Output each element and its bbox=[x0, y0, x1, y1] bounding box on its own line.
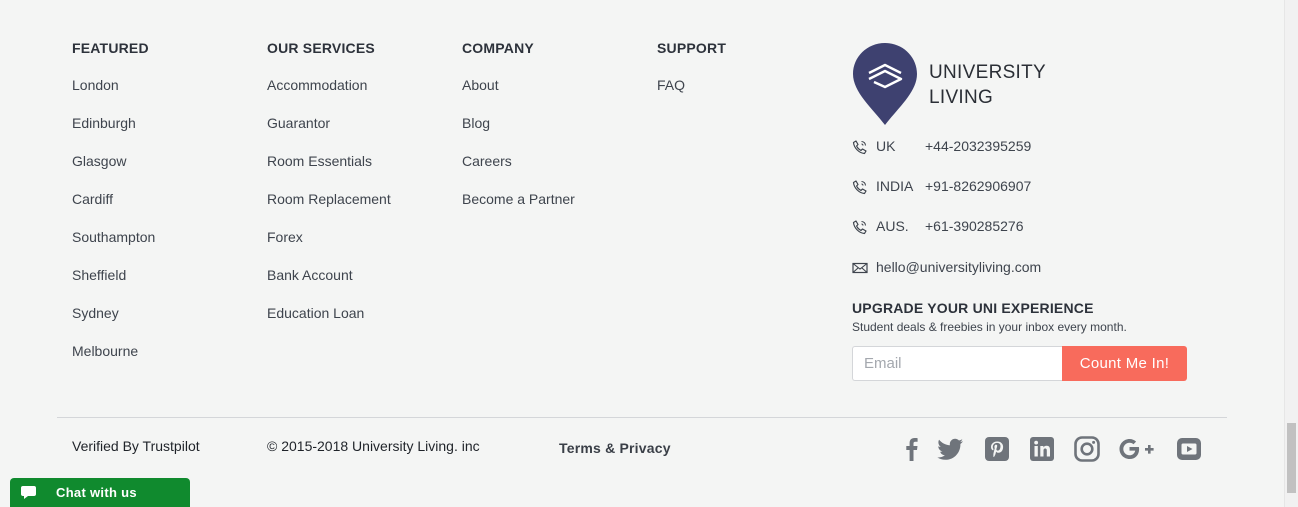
copyright-text: © 2015-2018 University Living. inc bbox=[267, 438, 480, 454]
footer-link[interactable]: Careers bbox=[462, 152, 575, 190]
footer-link[interactable]: Guarantor bbox=[267, 114, 391, 152]
contact-number[interactable]: +91-8262906907 bbox=[925, 176, 1031, 196]
count-me-in-button[interactable]: Count Me In! bbox=[1062, 346, 1187, 381]
trustpilot-badge[interactable]: Verified By Trustpilot bbox=[72, 438, 200, 454]
footer-link[interactable]: FAQ bbox=[657, 76, 726, 114]
page-scrollbar[interactable] bbox=[1284, 0, 1298, 507]
footer-link[interactable]: Sydney bbox=[72, 304, 155, 342]
terms-privacy-link[interactable]: Terms & Privacy bbox=[559, 440, 671, 456]
contact-country: UK bbox=[876, 138, 896, 154]
footer-link[interactable]: Room Replacement bbox=[267, 190, 391, 228]
footer-link[interactable]: Forex bbox=[267, 228, 391, 266]
contact-country: INDIA bbox=[876, 178, 914, 194]
google-plus-icon[interactable] bbox=[1118, 435, 1160, 463]
footer-link[interactable]: Blog bbox=[462, 114, 575, 152]
column-heading: SUPPORT bbox=[657, 40, 727, 56]
phone-icon bbox=[852, 180, 867, 195]
footer-link[interactable]: Cardiff bbox=[72, 190, 155, 228]
footer-divider bbox=[57, 417, 1227, 418]
brand-logo[interactable]: UNIVERSITY LIVING bbox=[852, 42, 1052, 126]
newsletter-title: UPGRADE YOUR UNI EXPERIENCE bbox=[852, 300, 1094, 316]
email-input[interactable] bbox=[852, 346, 1063, 381]
footer-link[interactable]: Melbourne bbox=[72, 342, 155, 380]
youtube-icon[interactable] bbox=[1175, 435, 1203, 463]
instagram-icon[interactable] bbox=[1073, 435, 1101, 463]
footer-link[interactable]: About bbox=[462, 76, 575, 114]
contact-number[interactable]: +44-2032395259 bbox=[925, 136, 1031, 156]
footer-link[interactable]: Bank Account bbox=[267, 266, 391, 304]
location-pin-logo-icon bbox=[853, 43, 917, 125]
newsletter-subtitle: Student deals & freebies in your inbox e… bbox=[852, 320, 1127, 334]
footer-link[interactable]: Room Essentials bbox=[267, 152, 391, 190]
email-link[interactable]: hello@universityliving.com bbox=[876, 257, 1041, 277]
chat-label: Chat with us bbox=[56, 485, 137, 500]
footer-link[interactable]: Sheffield bbox=[72, 266, 155, 304]
twitter-icon[interactable] bbox=[936, 435, 964, 463]
facebook-icon[interactable] bbox=[898, 435, 926, 463]
footer-link[interactable]: London bbox=[72, 76, 155, 114]
column-heading: OUR SERVICES bbox=[267, 40, 375, 56]
phone-icon bbox=[852, 140, 867, 155]
chat-bubble-icon bbox=[21, 486, 36, 499]
pinterest-icon[interactable] bbox=[983, 435, 1011, 463]
column-heading: COMPANY bbox=[462, 40, 534, 56]
mail-icon bbox=[852, 262, 868, 274]
footer-column-company: COMPANY About Blog Careers Become a Part… bbox=[462, 40, 575, 228]
footer-column-support: SUPPORT FAQ bbox=[657, 40, 726, 114]
footer-column-featured: FEATURED London Edinburgh Glasgow Cardif… bbox=[72, 40, 155, 380]
column-heading: FEATURED bbox=[72, 40, 149, 56]
chat-with-us-button[interactable]: Chat with us bbox=[10, 478, 190, 507]
linkedin-icon[interactable] bbox=[1028, 435, 1056, 463]
footer-column-services: OUR SERVICES Accommodation Guarantor Roo… bbox=[267, 40, 391, 342]
footer-link[interactable]: Edinburgh bbox=[72, 114, 155, 152]
footer-link[interactable]: Glasgow bbox=[72, 152, 155, 190]
footer-link[interactable]: Accommodation bbox=[267, 76, 391, 114]
contact-number[interactable]: +61-390285276 bbox=[925, 216, 1024, 236]
contact-country: AUS. bbox=[876, 218, 909, 234]
scrollbar-thumb[interactable] bbox=[1287, 423, 1296, 493]
footer-link[interactable]: Southampton bbox=[72, 228, 155, 266]
brand-name: UNIVERSITY LIVING bbox=[929, 62, 1047, 108]
phone-icon bbox=[852, 220, 867, 235]
footer-link[interactable]: Education Loan bbox=[267, 304, 391, 342]
footer-link[interactable]: Become a Partner bbox=[462, 190, 575, 228]
